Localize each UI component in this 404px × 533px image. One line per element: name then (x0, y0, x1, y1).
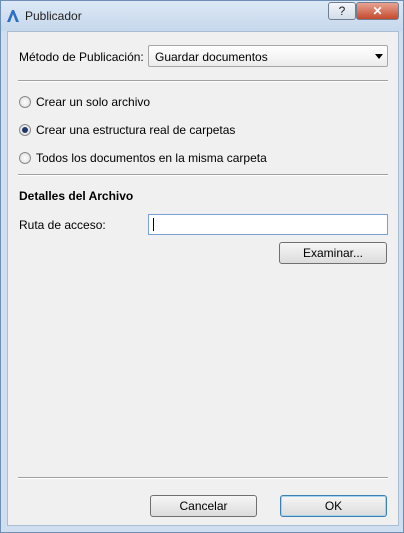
title-bar[interactable]: Publicador ? ✕ (1, 1, 403, 31)
method-dropdown[interactable]: Guardar documentos (148, 45, 388, 67)
app-logo-icon (6, 9, 20, 23)
radio-same-folder[interactable] (19, 152, 31, 164)
browse-button[interactable]: Examinar... (279, 242, 387, 264)
method-selected-value: Guardar documentos (155, 50, 268, 64)
method-label: Método de Publicación: (19, 50, 144, 64)
separator (18, 80, 388, 82)
radio-single-file[interactable] (19, 96, 31, 108)
text-caret (153, 218, 154, 231)
dialog-content: Método de Publicación: Guardar documento… (7, 31, 399, 526)
radio-selected-dot (22, 127, 28, 133)
close-button[interactable]: ✕ (356, 2, 399, 20)
help-button[interactable]: ? (328, 2, 356, 20)
chevron-down-icon (375, 54, 383, 59)
path-input[interactable] (148, 214, 388, 235)
section-heading: Detalles del Archivo (19, 189, 134, 203)
radio-single-file-label[interactable]: Crear un solo archivo (36, 95, 150, 109)
separator (18, 477, 388, 479)
ok-button[interactable]: OK (280, 495, 387, 517)
dialog-window: Publicador ? ✕ Método de Publicación: Gu… (0, 0, 404, 533)
separator (18, 174, 388, 176)
radio-folder-structure-label[interactable]: Crear una estructura real de carpetas (36, 123, 235, 137)
cancel-button[interactable]: Cancelar (150, 495, 257, 517)
radio-folder-structure[interactable] (19, 124, 31, 136)
window-title: Publicador (25, 9, 82, 23)
path-label: Ruta de acceso: (19, 218, 106, 232)
radio-same-folder-label[interactable]: Todos los documentos en la misma carpeta (36, 151, 267, 165)
